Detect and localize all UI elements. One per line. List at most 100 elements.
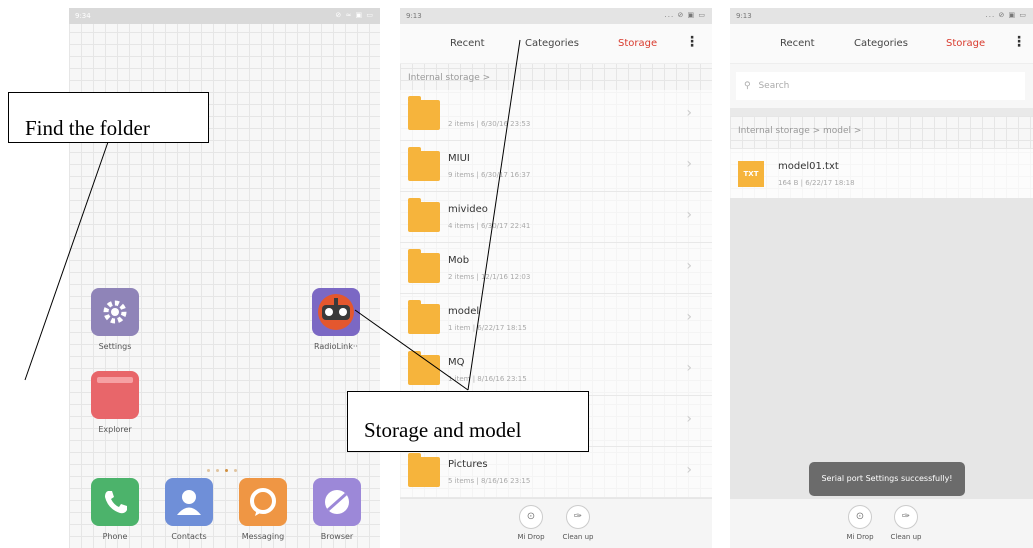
find-folder-callout: Find the folder [8,92,209,143]
folder-icon [91,371,139,419]
divider [730,108,1033,116]
folder-name: mivideo [448,204,488,215]
folder-row[interactable]: MQ 1 item | 8/16/16 23:15 › [400,345,712,396]
browser-app[interactable]: Browser [302,478,372,541]
txt-file-icon: TXT [738,161,764,187]
tab-storage[interactable]: Storage [946,38,985,49]
status-bar: 9:13 ... ⊘ ▣ ▭ [400,8,712,24]
model-folder-screen: 9:13 ... ⊘ ▣ ▭ Recent Categories Storage… [730,8,1033,548]
chevron-right-icon: › [686,105,692,121]
home-screen: 9:34 ⊘ ≈ ▣ ▭ Settings RadioLink·· Explor… [69,8,380,548]
folder-row[interactable]: mivideo 4 items | 6/30/17 22:41 › [400,192,712,243]
folder-meta: 1 item | 6/22/17 18:15 [448,324,527,332]
more-icon[interactable]: ⋮ [685,34,699,50]
chevron-right-icon: › [686,411,692,427]
messaging-label: Messaging [241,532,285,541]
settings-app[interactable]: Settings [80,288,150,351]
browser-label: Browser [320,532,354,541]
tab-categories[interactable]: Categories [854,38,908,49]
radiolink-app[interactable]: RadioLink·· [301,288,371,351]
status-bar: 9:13 ... ⊘ ▣ ▭ [730,8,1033,24]
clean-up-label: Clean up [890,533,922,541]
browser-icon [313,478,361,526]
bottom-bar: ⊙ Mi Drop ✑ Clean up [400,498,712,548]
folder-icon [408,351,440,385]
mi-drop-icon: ⊙ [519,505,543,529]
folder-row[interactable]: MIUI 9 items | 6/30/17 16:37 › [400,141,712,192]
radiolink-icon [312,288,360,336]
chevron-right-icon: › [686,258,692,274]
phone-app[interactable]: Phone [80,478,150,541]
explorer-label: Explorer [98,425,132,434]
more-icon[interactable]: ⋮ [1012,34,1026,50]
status-bar: 9:34 ⊘ ≈ ▣ ▭ [69,8,380,24]
folder-meta: 4 items | 6/30/17 22:41 [448,222,531,230]
folder-icon [408,147,440,181]
folder-row[interactable]: model 1 item | 6/22/17 18:15 › [400,294,712,345]
search-icon: ⚲ [744,81,751,91]
folder-row[interactable]: Pictures 5 items | 8/16/16 23:15 › [400,447,712,498]
explorer-app[interactable]: Explorer [80,371,150,434]
clean-up-icon: ✑ [566,505,590,529]
tab-recent[interactable]: Recent [780,38,815,49]
chevron-right-icon: › [686,207,692,223]
status-icons: ... ⊘ ▣ ▭ [985,11,1027,19]
chevron-right-icon: › [686,309,692,325]
mi-drop-label: Mi Drop [846,533,874,541]
breadcrumb[interactable]: Internal storage > model > [738,126,861,136]
messaging-app[interactable]: Messaging [228,478,298,541]
tab-recent[interactable]: Recent [450,38,485,49]
folder-icon [408,198,440,232]
chevron-right-icon: › [686,462,692,478]
mi-drop-button[interactable]: ⊙ Mi Drop [838,505,882,541]
folder-meta: 9 items | 6/30/17 16:37 [448,171,531,179]
folder-icon [408,249,440,283]
top-tabs: Recent Categories Storage ⋮ [730,24,1033,64]
empty-area [730,198,1033,498]
folder-icon [408,453,440,487]
phone-icon [91,478,139,526]
folder-meta: 5 items | 8/16/16 23:15 [448,477,531,485]
status-icons: ⊘ ≈ ▣ ▭ [335,11,374,19]
folder-name: Mob [448,255,470,266]
mi-drop-button[interactable]: ⊙ Mi Drop [509,505,553,541]
messaging-icon [239,478,287,526]
phone-label: Phone [102,532,128,541]
contacts-app[interactable]: Contacts [154,478,224,541]
explorer-screen: 9:13 ... ⊘ ▣ ▭ Recent Categories Storage… [400,8,712,548]
mi-drop-label: Mi Drop [517,533,545,541]
search-input[interactable]: ⚲ Search [736,72,1025,100]
contacts-label: Contacts [171,532,207,541]
top-tabs: Recent Categories Storage ⋮ [400,24,712,64]
radiolink-label: RadioLink·· [314,342,358,351]
tab-categories[interactable]: Categories [525,38,579,49]
folder-name: MIUI [448,153,470,164]
status-time: 9:34 [75,12,91,20]
clean-up-icon: ✑ [894,505,918,529]
clean-up-label: Clean up [562,533,594,541]
contacts-icon [165,478,213,526]
status-icons: ... ⊘ ▣ ▭ [664,11,706,19]
page-indicator [207,457,243,472]
folder-name: Pictures [448,459,488,470]
breadcrumb[interactable]: Internal storage > [408,73,490,83]
search-placeholder: Search [758,81,790,91]
mi-drop-icon: ⊙ [848,505,872,529]
storage-model-callout: Storage and model [347,391,589,452]
settings-label: Settings [98,342,132,351]
folder-name: MQ [448,357,465,368]
toast-message: Serial port Settings successfully! [809,462,965,496]
bottom-bar: ⊙ Mi Drop ✑ Clean up [730,498,1033,548]
gear-icon [91,288,139,336]
clean-up-button[interactable]: ✑ Clean up [556,505,600,541]
tab-storage[interactable]: Storage [618,38,657,49]
folder-row[interactable]: 2 items | 6/30/16 23:53 › [400,90,712,141]
file-name: model01.txt [778,161,839,172]
search-area: ⚲ Search [730,64,1033,108]
clean-up-button[interactable]: ✑ Clean up [884,505,928,541]
folder-row[interactable]: Mob 2 items | 12/1/16 12:03 › [400,243,712,294]
chevron-right-icon: › [686,360,692,376]
folder-name: model [448,306,480,317]
folder-icon [408,300,440,334]
file-row[interactable]: TXT model01.txt 164 B | 6/22/17 18:18 [730,148,1033,198]
